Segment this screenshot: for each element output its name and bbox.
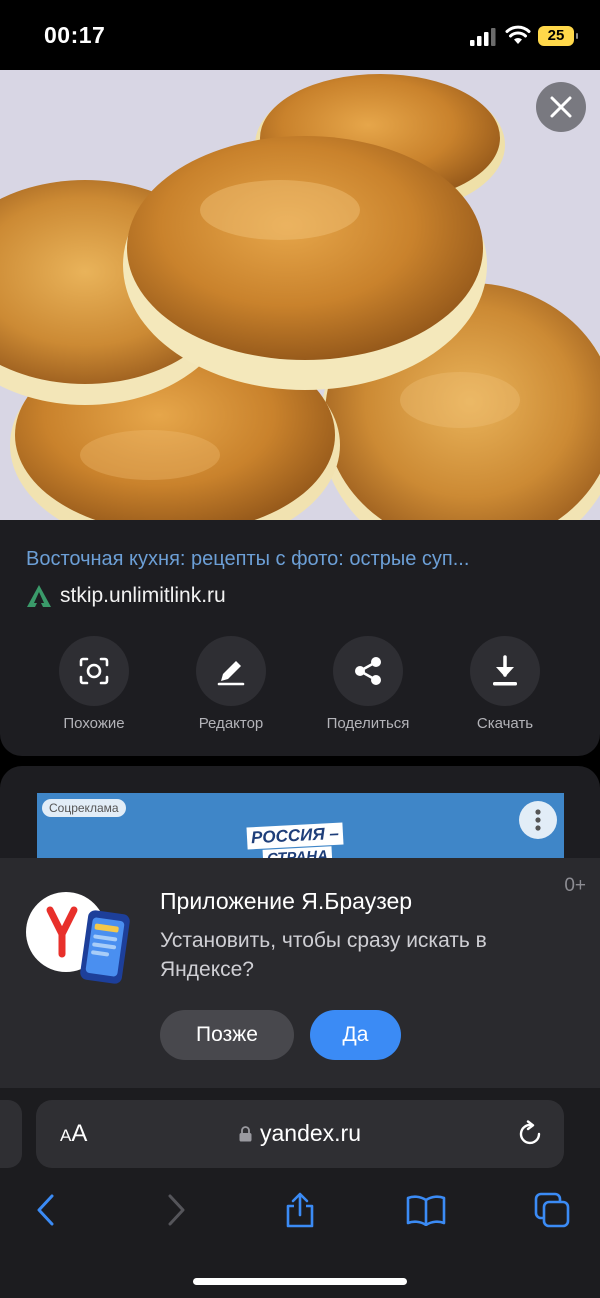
camera-lens-icon bbox=[79, 657, 109, 685]
previous-tab-preview[interactable] bbox=[0, 1100, 22, 1168]
yandex-browser-app-icon bbox=[26, 892, 130, 984]
image-result-card: Восточная кухня: рецепты с фото: острые … bbox=[0, 70, 600, 756]
chevron-left-icon bbox=[37, 1194, 54, 1226]
ad-badge: Соцреклама bbox=[42, 799, 126, 817]
food-photo[interactable] bbox=[0, 70, 600, 520]
reload-icon[interactable] bbox=[516, 1120, 544, 1148]
age-rating: 0+ bbox=[564, 875, 586, 896]
forward-button[interactable] bbox=[154, 1188, 198, 1232]
battery-indicator: 25 bbox=[538, 26, 578, 46]
result-title-link[interactable]: Восточная кухня: рецепты с фото: острые … bbox=[26, 548, 581, 571]
back-button[interactable] bbox=[24, 1188, 68, 1232]
action-share[interactable]: Поделиться bbox=[303, 636, 433, 732]
bookmarks-button[interactable] bbox=[404, 1188, 448, 1232]
close-button[interactable] bbox=[536, 82, 586, 132]
site-favicon-icon bbox=[27, 585, 51, 607]
url-text: yandex.ru bbox=[259, 1120, 361, 1146]
tabs-button[interactable] bbox=[530, 1188, 574, 1232]
image-actions: Похожие Редактор Поделиться Скачать bbox=[0, 636, 600, 736]
flatbread-illustration bbox=[0, 70, 600, 520]
source-domain: stkip.unlimitlink.ru bbox=[60, 584, 226, 607]
status-time: 00:17 bbox=[44, 22, 106, 48]
action-share-label: Поделиться bbox=[326, 715, 410, 732]
tabs-icon bbox=[534, 1192, 570, 1228]
sheet-title: Приложение Я.Браузер bbox=[160, 888, 413, 914]
browser-toolbar bbox=[0, 1188, 600, 1234]
ad-menu-button[interactable] bbox=[519, 801, 557, 839]
share-icon bbox=[355, 657, 381, 685]
status-bar: 00:17 25 bbox=[0, 0, 600, 70]
cellular-signal-icon bbox=[470, 28, 496, 46]
action-download[interactable]: Скачать bbox=[440, 636, 570, 732]
action-download-label: Скачать bbox=[476, 715, 534, 732]
more-vertical-icon bbox=[535, 809, 541, 831]
action-similar-label: Похожие bbox=[63, 715, 125, 732]
close-icon bbox=[550, 96, 572, 118]
sheet-description: Установить, чтобы сразу искать в Яндексе… bbox=[160, 929, 487, 981]
browser-bottom-bar: AA yandex.ru bbox=[0, 1088, 600, 1298]
wifi-icon bbox=[505, 25, 531, 44]
home-indicator bbox=[193, 1278, 407, 1285]
later-button[interactable]: Позже bbox=[160, 1010, 294, 1060]
install-app-sheet: 0+ Приложение Я.Браузер Установить, чтоб… bbox=[0, 858, 600, 1088]
url-display[interactable]: yandex.ru bbox=[36, 1120, 564, 1147]
chevron-right-icon bbox=[168, 1194, 185, 1226]
lock-icon bbox=[239, 1126, 252, 1142]
book-icon bbox=[406, 1195, 446, 1226]
download-icon bbox=[493, 655, 517, 686]
yes-button[interactable]: Да bbox=[310, 1010, 401, 1060]
action-editor-label: Редактор bbox=[198, 715, 264, 732]
share-up-icon bbox=[286, 1192, 314, 1228]
action-similar[interactable]: Похожие bbox=[29, 636, 159, 732]
result-source[interactable]: stkip.unlimitlink.ru bbox=[26, 584, 226, 608]
address-bar[interactable]: AA yandex.ru bbox=[36, 1100, 564, 1168]
pencil-icon bbox=[217, 661, 245, 686]
share-page-button[interactable] bbox=[278, 1188, 322, 1232]
action-editor[interactable]: Редактор bbox=[166, 636, 296, 732]
